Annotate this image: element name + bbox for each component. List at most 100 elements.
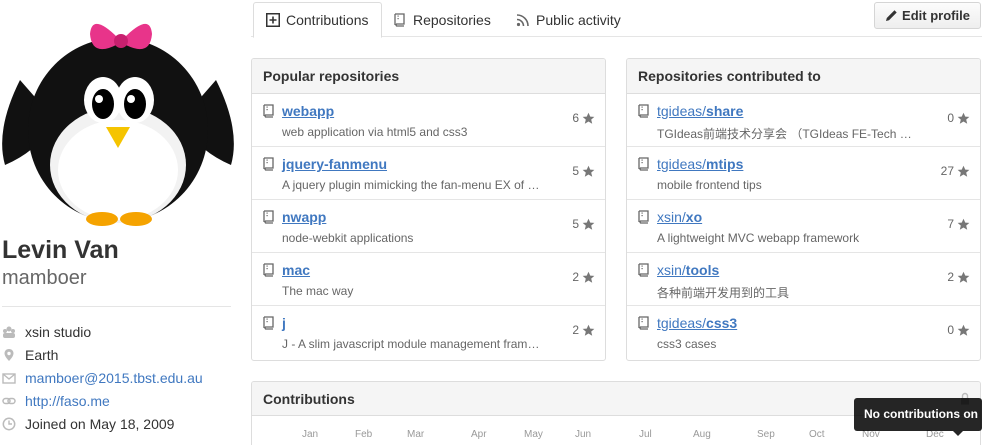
repo-item: j J - A slim javascript module management… [252,306,605,359]
repo-name: mtips [706,156,744,172]
month-label: Mar [407,429,425,440]
repo-item: jquery-fanmenu A jquery plugin mimicking … [252,147,605,200]
month-label: Apr [471,429,487,440]
repo-description: J - A slim javascript module management … [282,337,544,351]
repo-description: The mac way [282,284,354,298]
repo-stars[interactable]: 27 [941,164,970,178]
repo-item: mac The mac way 2 [252,253,605,306]
repo-name: webapp [282,103,335,119]
repo-stars[interactable]: 5 [572,164,595,178]
repo-item: nwapp node-webkit applications 5 [252,200,605,253]
edit-profile-button[interactable]: Edit profile [874,2,981,29]
repo-stars[interactable]: 0 [947,111,970,125]
popular-repositories-list: webapp web application via html5 and css3… [252,94,605,359]
repo-link[interactable]: tgideas/share [657,103,743,119]
profile-details: xsin studio Earth mamboer@2015.tbst.edu.… [2,320,203,435]
repo-icon [263,316,274,330]
star-icon [582,112,595,124]
repo-icon [638,210,649,224]
star-icon [957,271,970,283]
repo-icon [638,263,649,277]
email-link[interactable]: mamboer@2015.tbst.edu.au [25,370,203,386]
pencil-icon [886,10,897,21]
repo-stars[interactable]: 5 [572,217,595,231]
detail-joined-text: Joined on May 18, 2009 [25,415,175,432]
tab-contributions-label: Contributions [286,12,369,28]
popular-repositories-title: Popular repositories [252,59,605,94]
star-icon [957,324,970,336]
rss-icon [516,14,529,27]
repo-description: mobile frontend tips [657,178,762,192]
repo-name: mac [282,262,311,278]
repo-link[interactable]: tgideas/css3 [657,315,737,331]
repo-name: tools [685,262,720,278]
mail-icon [2,371,16,385]
repo-icon [394,13,405,27]
contribution-tooltip: No contributions on D [854,398,982,431]
detail-location-text: Earth [25,346,59,363]
repo-icon [638,316,649,330]
detail-joined: Joined on May 18, 2009 [2,412,203,435]
detail-organization-text: xsin studio [25,323,92,340]
repo-description: css3 cases [657,337,717,351]
star-count: 7 [947,217,954,231]
repo-link[interactable]: xsin/xo [657,209,702,225]
repo-link[interactable]: xsin/tools [657,262,719,278]
star-count: 5 [572,164,579,178]
star-count: 0 [947,111,954,125]
popular-repositories-box: Popular repositories webapp web applicati… [251,58,606,361]
repo-item: xsin/tools 各种前端开发用到的工具 2 [627,253,980,306]
contributions-icon [266,13,280,27]
repo-item: tgideas/mtips mobile frontend tips 27 [627,147,980,200]
avatar [0,0,236,230]
star-count: 2 [947,270,954,284]
link-icon [2,394,16,408]
star-count: 5 [572,217,579,231]
repo-description: A jquery plugin mimicking the fan-menu E… [282,178,544,192]
repo-link[interactable]: mac [282,262,310,278]
star-count: 2 [572,270,579,284]
tab-contributions[interactable]: Contributions [253,2,382,38]
month-label: Feb [355,429,373,440]
star-icon [957,218,970,230]
profile-full-name: Levin Van [2,236,119,264]
profile-username: mamboer [2,267,87,289]
repo-stars[interactable]: 6 [572,111,595,125]
tooltip-arrow [953,431,963,436]
repo-link[interactable]: nwapp [282,209,326,225]
star-count: 0 [947,323,954,337]
detail-location: Earth [2,343,203,366]
repo-stars[interactable]: 7 [947,217,970,231]
website-link[interactable]: http://faso.me [25,393,110,409]
profile-tabs: Contributions Repositories Public activi… [251,0,982,38]
repo-stars[interactable]: 2 [947,270,970,284]
contributed-repositories-title: Repositories contributed to [627,59,980,94]
repo-stars[interactable]: 2 [572,270,595,284]
repo-link[interactable]: tgideas/mtips [657,156,743,172]
repo-stars[interactable]: 0 [947,323,970,337]
detail-organization: xsin studio [2,320,203,343]
star-icon [582,324,595,336]
profile-divider [2,306,231,307]
tab-repositories-label: Repositories [413,12,491,28]
tab-public-activity[interactable]: Public activity [504,2,633,38]
repo-name: css3 [706,315,738,331]
repo-owner: tgideas/ [657,315,707,331]
repo-stars[interactable]: 2 [572,323,595,337]
star-icon [957,112,970,124]
month-label: Sep [757,429,775,440]
month-label: Jan [302,429,319,440]
detail-website: http://faso.me [2,389,203,412]
repo-owner: xsin/ [657,209,686,225]
month-label: Aug [693,429,711,440]
contributed-repositories-box: Repositories contributed to tgideas/shar… [626,58,981,361]
repo-link[interactable]: j [282,315,286,331]
repo-name: jquery-fanmenu [282,156,388,172]
month-label: Jul [639,429,652,440]
repo-link[interactable]: jquery-fanmenu [282,156,387,172]
repo-description: 各种前端开发用到的工具 [657,286,790,300]
repo-icon [638,157,649,171]
repo-item: xsin/xo A lightweight MVC webapp framewor… [627,200,980,253]
tab-repositories[interactable]: Repositories [381,2,503,38]
repo-link[interactable]: webapp [282,103,334,119]
